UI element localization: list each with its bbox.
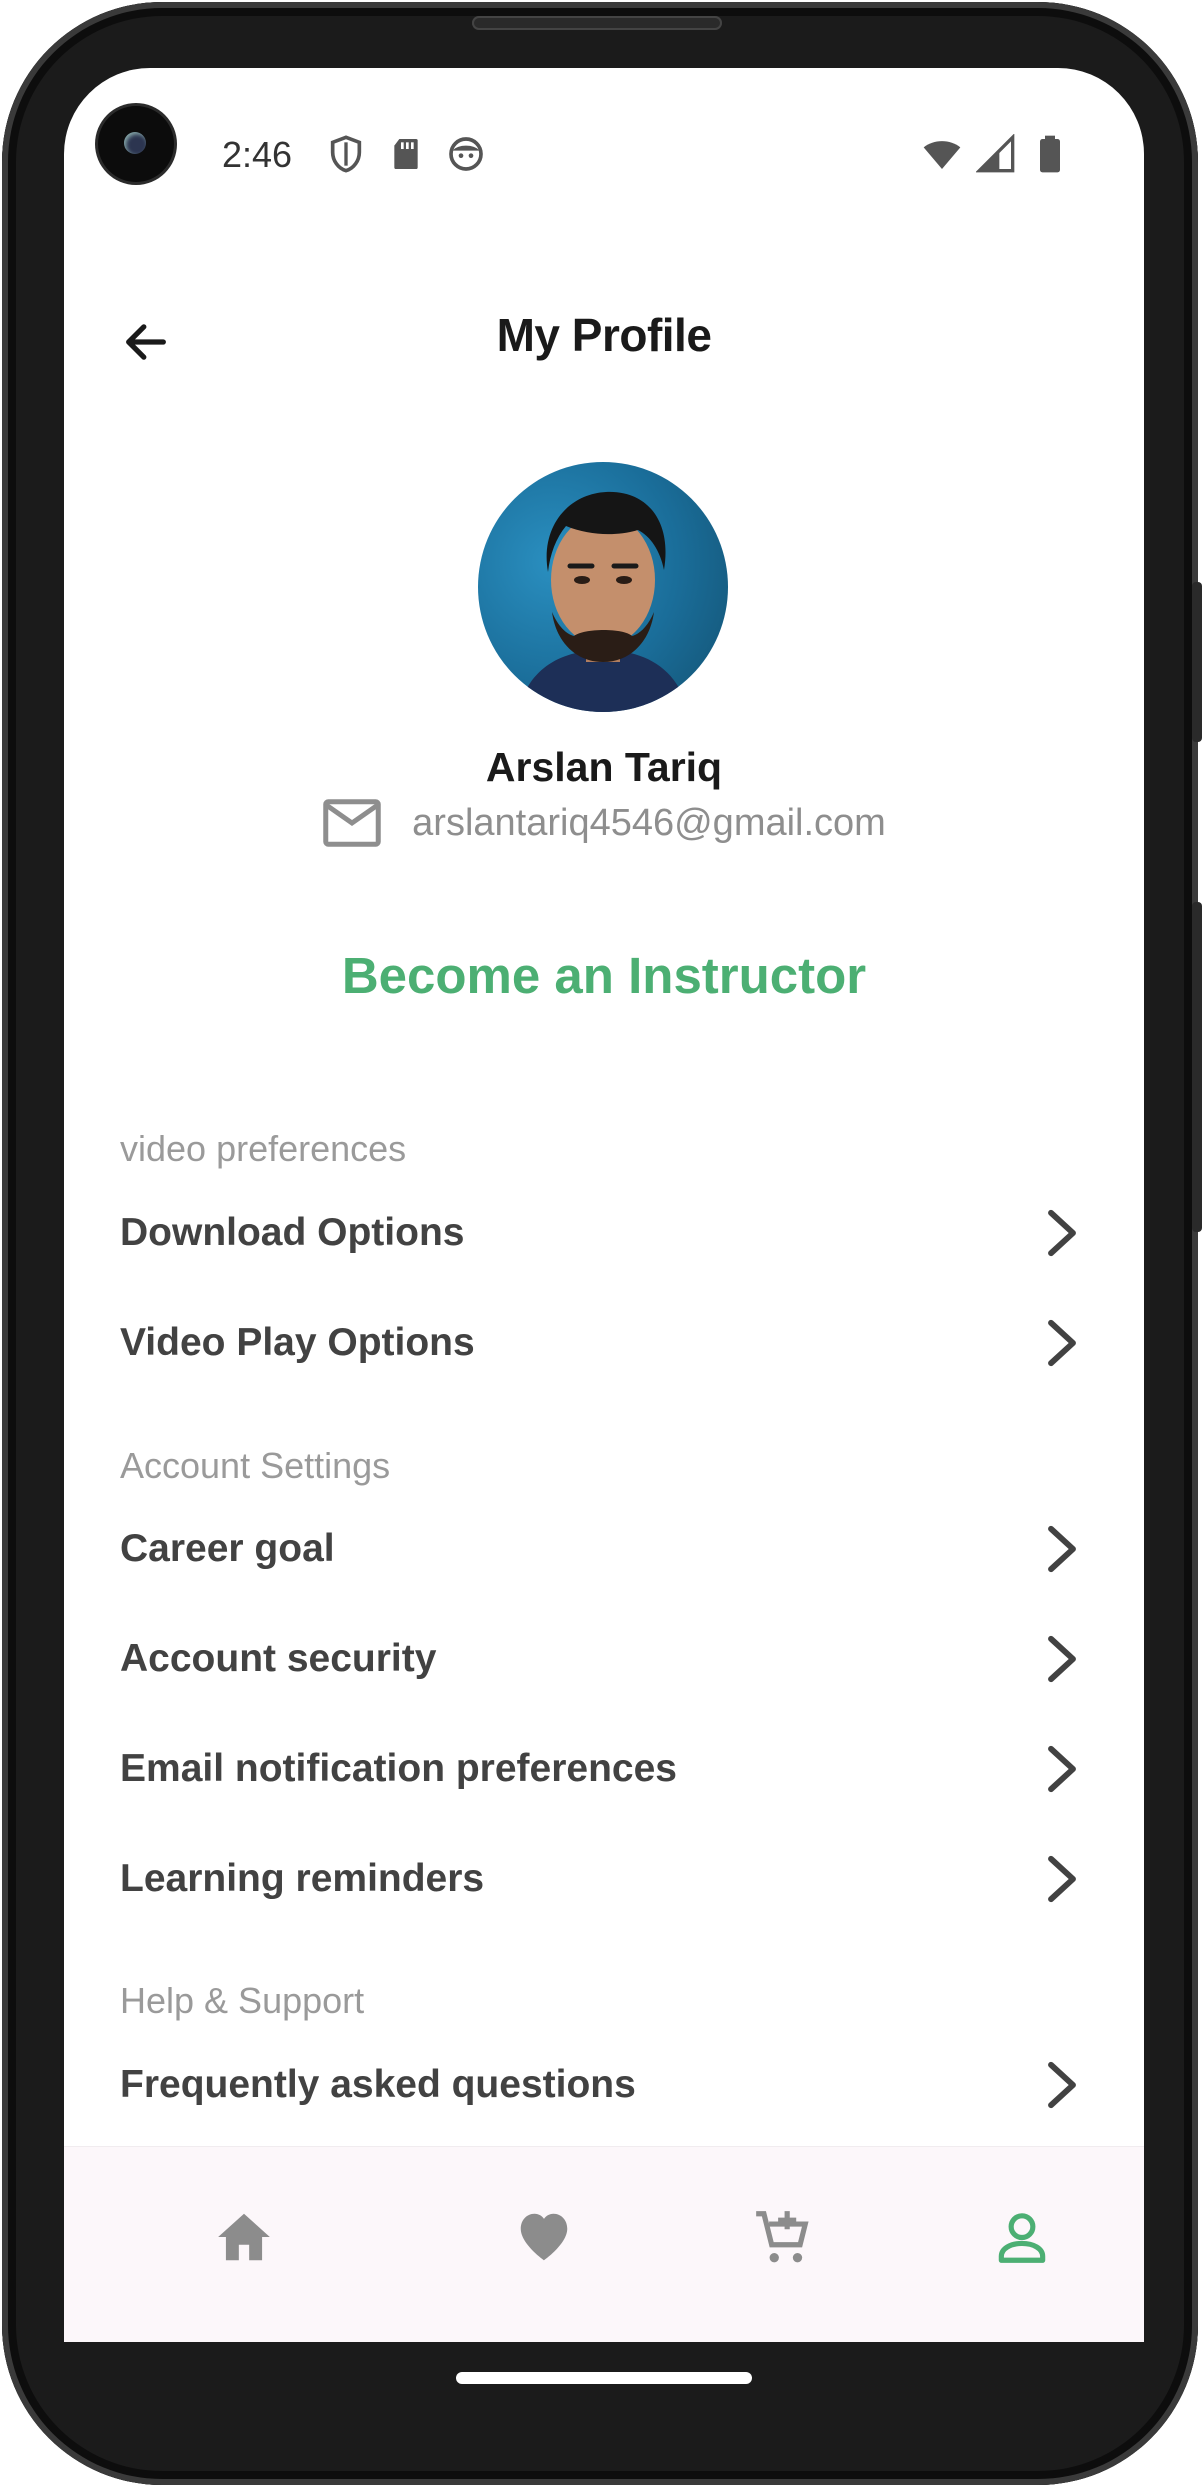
menu-item-career-goal[interactable]: Career goal [120, 1504, 1084, 1594]
user-email: arslantariq4546@gmail.com [412, 801, 886, 844]
menu-item-label: Video Play Options [120, 1321, 475, 1364]
user-name: Arslan Tariq [485, 744, 723, 790]
shield-icon [330, 135, 362, 173]
cart-add-icon [756, 2211, 809, 2263]
chevron-right-icon [1048, 1319, 1076, 1367]
status-icons-left [326, 134, 486, 174]
email-row: arslantariq4546@gmail.com [64, 798, 1144, 848]
home-icon [218, 2213, 270, 2261]
status-icons-right [922, 134, 1070, 174]
volume-button [1192, 582, 1202, 742]
status-time: 2:46 [222, 134, 293, 175]
nav-favorites[interactable] [504, 2197, 584, 2277]
chevron-right-icon [1048, 1209, 1076, 1257]
face-icon [449, 137, 483, 171]
battery-icon [1040, 135, 1060, 173]
section-title-help-support: Help & Support [120, 1980, 365, 2021]
power-button [1192, 902, 1202, 1232]
menu-item-learning-reminders[interactable]: Learning reminders [120, 1834, 1084, 1924]
section-title-account-settings: Account Settings [120, 1445, 391, 1486]
chevron-right-icon [1048, 1855, 1076, 1903]
chevron-right-icon [1048, 1525, 1076, 1573]
menu-item-download-options[interactable]: Download Options [120, 1188, 1084, 1278]
heart-icon [520, 2213, 568, 2261]
menu-item-label: Account security [120, 1637, 437, 1680]
menu-item-label: Download Options [120, 1211, 465, 1254]
signal-icon [976, 134, 1015, 173]
nav-cart[interactable] [742, 2197, 822, 2277]
nav-profile[interactable] [982, 2197, 1062, 2277]
nav-home[interactable] [204, 2197, 284, 2277]
person-icon [998, 2213, 1046, 2263]
menu-item-label: Career goal [120, 1527, 335, 1570]
page-title: My Profile [496, 309, 712, 361]
menu-item-video-play-options[interactable]: Video Play Options [120, 1298, 1084, 1388]
earpiece-speaker [472, 16, 722, 30]
gesture-home-bar[interactable] [456, 2372, 752, 2384]
bottom-navigation [64, 2146, 1144, 2342]
menu-item-label: Learning reminders [120, 1857, 485, 1900]
menu-item-label: Email notification preferences [120, 1747, 677, 1790]
avatar-photo [518, 491, 688, 712]
sd-card-icon [394, 139, 418, 169]
menu-item-label: Frequently asked questions [120, 2063, 636, 2106]
menu-item-account-security[interactable]: Account security [120, 1614, 1084, 1704]
section-title-video-preferences: video preferences [120, 1128, 407, 1169]
mail-icon [323, 799, 381, 847]
screen: 2:46 My Profile Arslan Tariq arslantariq… [64, 68, 1144, 2342]
become-instructor-link[interactable]: Become an Instructor [64, 946, 1144, 1005]
wifi-icon [923, 141, 961, 169]
phone-frame: 2:46 My Profile Arslan Tariq arslantariq… [2, 2, 1202, 2485]
menu-item-faq[interactable]: Frequently asked questions [120, 2040, 1084, 2130]
chevron-right-icon [1048, 1745, 1076, 1793]
chevron-right-icon [1048, 2061, 1076, 2109]
front-camera [98, 106, 174, 182]
avatar[interactable] [478, 462, 728, 712]
chevron-right-icon [1048, 1635, 1076, 1683]
menu-item-email-notification-preferences[interactable]: Email notification preferences [120, 1724, 1084, 1814]
